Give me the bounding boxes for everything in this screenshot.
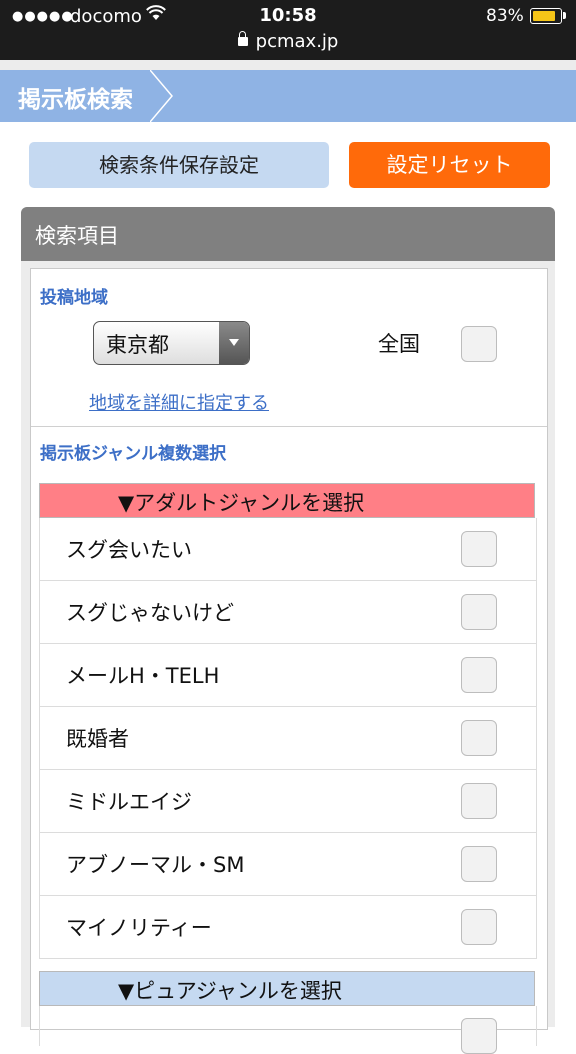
region-label: 投稿地域 (40, 288, 108, 308)
pure-genre-first-row[interactable] (39, 1006, 537, 1054)
genre-section-label: 掲示板ジャンル複数選択 (40, 444, 227, 464)
genre-row-middle-age[interactable]: ミドルエイジ (40, 770, 536, 833)
genre-row-abnormal[interactable]: アブノーマル・SM (40, 833, 536, 896)
status-bar: ●●●●● docomo 10:58 83% pcmax.jp (0, 0, 576, 60)
genre-checkbox[interactable] (461, 531, 497, 567)
search-panel: 検索項目 投稿地域 東京都 全国 地域を詳細に指定する 掲示板ジャンル複数選択 … (21, 207, 555, 1054)
genre-checkbox[interactable] (461, 846, 497, 882)
lock-icon (237, 31, 248, 46)
genre-label: メールH・TELH (66, 664, 220, 688)
genre-row-mail-tel[interactable]: メールH・TELH (40, 644, 536, 707)
reset-settings-button[interactable]: 設定リセット (349, 142, 550, 188)
genre-checkbox[interactable] (461, 720, 497, 756)
pure-genre-header-label: ▼ピュアジャンルを選択 (118, 979, 342, 1003)
adult-genre-list: スグ会いたい スグじゃないけど メールH・TELH 既婚者 ミドルエイジ アブノ… (39, 518, 537, 959)
section-divider (31, 426, 547, 427)
breadcrumb[interactable]: 掲示板検索 (2, 70, 152, 122)
prefecture-selected-value: 東京都 (106, 333, 169, 357)
breadcrumb-label: 掲示板検索 (18, 87, 133, 113)
region-detail-link[interactable]: 地域を詳細に指定する (89, 389, 269, 415)
genre-label: ミドルエイジ (66, 790, 192, 814)
url-text: pcmax.jp (255, 31, 339, 52)
genre-label: 既婚者 (66, 727, 129, 751)
adult-genre-header-label: ▼アダルトジャンルを選択 (118, 491, 365, 515)
dropdown-arrow-icon (219, 322, 249, 364)
genre-label: スグ会いたい (66, 538, 192, 562)
genre-checkbox[interactable] (461, 783, 497, 819)
genre-row-married[interactable]: 既婚者 (40, 707, 536, 770)
search-panel-title: 検索項目 (35, 224, 119, 248)
genre-checkbox[interactable] (461, 657, 497, 693)
search-panel-body: 投稿地域 東京都 全国 地域を詳細に指定する 掲示板ジャンル複数選択 ▼アダルト… (30, 268, 548, 1054)
genre-checkbox[interactable] (461, 594, 497, 630)
nationwide-label: 全国 (378, 332, 420, 356)
prefecture-select[interactable]: 東京都 (93, 321, 250, 365)
genre-checkbox[interactable] (461, 1018, 497, 1054)
genre-checkbox[interactable] (461, 909, 497, 945)
nationwide-checkbox[interactable] (461, 326, 497, 362)
url-bar[interactable]: pcmax.jp (0, 31, 576, 52)
battery-tip (563, 12, 566, 19)
breadcrumb-chevron-icon (150, 70, 173, 122)
title-bar: 掲示板検索 (0, 70, 576, 122)
genre-label: スグじゃないけど (66, 601, 234, 625)
adult-genre-header[interactable]: ▼アダルトジャンルを選択 (39, 483, 535, 518)
pure-genre-header[interactable]: ▼ピュアジャンルを選択 (39, 971, 535, 1006)
genre-label: アブノーマル・SM (66, 853, 245, 877)
genre-row-sugu-aitai[interactable]: スグ会いたい (40, 518, 536, 581)
save-search-conditions-button[interactable]: 検索条件保存設定 (29, 142, 329, 188)
genre-row-sugu-janai[interactable]: スグじゃないけど (40, 581, 536, 644)
genre-label: マイノリティー (66, 916, 212, 940)
battery-icon (530, 8, 562, 24)
battery-percent: 83% (486, 6, 524, 26)
search-panel-header: 検索項目 (21, 207, 555, 261)
genre-row-minority[interactable]: マイノリティー (40, 896, 536, 959)
header-top-strip (0, 60, 576, 70)
